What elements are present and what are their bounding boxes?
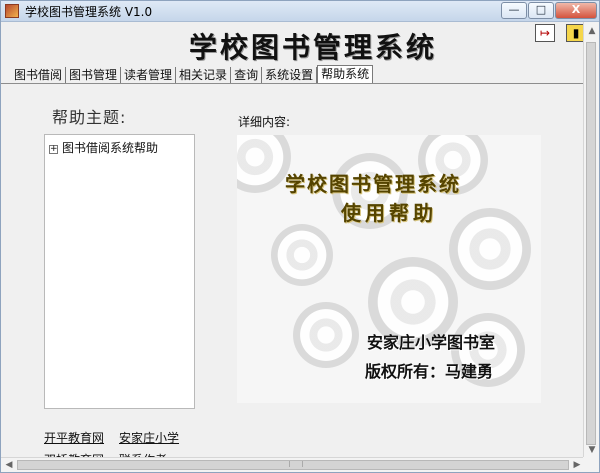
- scroll-up-icon[interactable]: ▲: [587, 26, 597, 36]
- exit-arrow-icon[interactable]: ↦: [535, 24, 555, 42]
- scroll-left-icon[interactable]: ◀: [4, 460, 14, 470]
- kaiping-education-link[interactable]: 开平教育网: [44, 429, 104, 446]
- daisy-decoration: [293, 302, 359, 368]
- vertical-scrollbar[interactable]: ▲ ▼: [583, 22, 599, 459]
- tree-item-book-borrowing-help[interactable]: + 图书借阅系统帮助: [49, 139, 158, 156]
- expand-icon[interactable]: +: [49, 145, 58, 154]
- anjiazhuang-school-link[interactable]: 安家庄小学: [119, 429, 179, 446]
- tree-item-label: 图书借阅系统帮助: [62, 141, 159, 155]
- banner: 学校图书管理系统 ↦ ▮: [1, 22, 586, 64]
- close-button[interactable]: X: [555, 2, 597, 19]
- vertical-scroll-thumb[interactable]: [586, 42, 596, 445]
- help-splash-image: 学校图书管理系统 使用帮助 安家庄小学图书室 版权所有：马建勇: [237, 135, 541, 403]
- tab-book-borrowing[interactable]: 图书借阅: [11, 67, 67, 84]
- tab-book-management[interactable]: 图书管理: [66, 67, 122, 84]
- scroll-corner: [583, 457, 599, 472]
- help-image-copyright: 版权所有：马建勇: [365, 362, 494, 381]
- tab-system-settings[interactable]: 系统设置: [262, 67, 318, 84]
- help-image-subtitle: 使用帮助: [341, 201, 437, 225]
- tab-divider: [1, 83, 585, 84]
- maximize-button[interactable]: □: [528, 2, 554, 19]
- tab-help-system[interactable]: 帮助系统: [317, 65, 374, 84]
- book-icon: [5, 4, 19, 18]
- minimize-button[interactable]: —: [501, 2, 527, 19]
- help-topics-tree[interactable]: + 图书借阅系统帮助: [44, 134, 195, 409]
- horizontal-scrollbar[interactable]: ◀ ▶: [1, 457, 585, 472]
- app-content: 学校图书管理系统 ↦ ▮ 图书借阅 图书管理 读者管理 相关记录 查询 系统设置…: [1, 22, 586, 467]
- daisy-decoration: [449, 208, 531, 290]
- title-bar[interactable]: 学校图书管理系统 V1.0 — □ X: [1, 1, 599, 22]
- daisy-decoration: [237, 135, 291, 193]
- tab-related-records[interactable]: 相关记录: [176, 67, 232, 84]
- scroll-grip-icon: [289, 461, 303, 467]
- scroll-right-icon[interactable]: ▶: [572, 460, 582, 470]
- app-banner-title: 学校图书管理系统: [189, 31, 438, 64]
- main-tabs: 图书借阅 图书管理 读者管理 相关记录 查询 系统设置 帮助系统: [11, 65, 374, 84]
- help-image-library: 安家庄小学图书室: [367, 333, 496, 352]
- main-window: 学校图书管理系统 V1.0 — □ X 学校图书管理系统 ↦ ▮ 图书借阅 图书…: [0, 0, 600, 473]
- detail-content-label: 详细内容:: [238, 115, 291, 129]
- tab-query[interactable]: 查询: [231, 67, 263, 84]
- help-image-title: 学校图书管理系统: [285, 172, 461, 196]
- help-topics-label: 帮助主题:: [52, 108, 127, 127]
- window-controls: — □ X: [501, 2, 597, 19]
- daisy-decoration: [271, 224, 333, 286]
- window-title: 学校图书管理系统 V1.0: [25, 5, 153, 19]
- tab-reader-management[interactable]: 读者管理: [121, 67, 177, 84]
- scroll-down-icon[interactable]: ▼: [587, 445, 597, 455]
